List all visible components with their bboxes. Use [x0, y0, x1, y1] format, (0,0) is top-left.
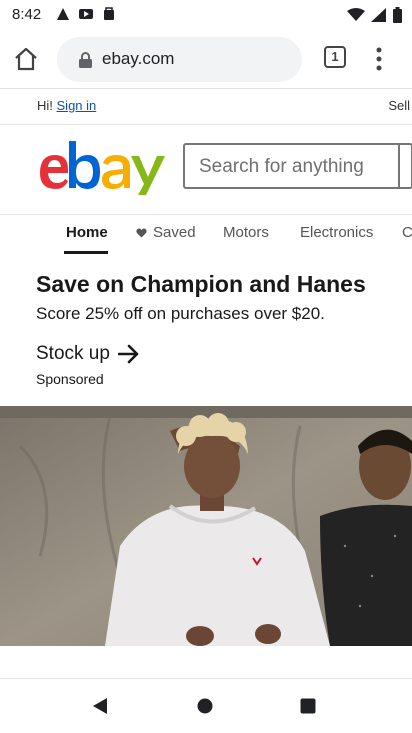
system-icons [347, 7, 402, 23]
alert-icon [57, 8, 69, 20]
notification-icons [56, 7, 116, 21]
tab-saved-label: Saved [153, 224, 196, 241]
promo-photo [0, 406, 412, 646]
status-time: 8:42 [12, 6, 42, 23]
sponsored-label: Sponsored [36, 371, 104, 387]
tab-electronics[interactable]: Electronics [300, 224, 373, 241]
heart-icon [136, 227, 147, 238]
category-nav: Home Saved Motors Electronics C [0, 214, 412, 256]
search-input[interactable]: Search for anything [199, 156, 364, 178]
active-tab-indicator [64, 251, 108, 254]
back-icon[interactable] [92, 697, 108, 715]
more-menu-icon[interactable] [372, 46, 386, 72]
ebay-logo[interactable] [36, 139, 168, 195]
lock-icon [79, 52, 92, 68]
battery-icon [393, 7, 402, 23]
promo-cta-label: Stock up [36, 343, 110, 364]
ebay-header: Search for anything [0, 125, 412, 215]
home-icon[interactable] [12, 45, 40, 73]
search-divider [398, 145, 400, 187]
tab-motors[interactable]: Motors [223, 224, 269, 241]
wifi-icon [347, 8, 365, 21]
search-box[interactable]: Search for anything [183, 143, 412, 189]
browser-toolbar: ebay.com 1 [0, 30, 412, 89]
promo-hero-image[interactable] [0, 406, 412, 646]
sign-in-link[interactable]: Sign in [57, 98, 97, 113]
greeting-text: Hi! [37, 98, 53, 113]
promo-title: Save on Champion and Hanes [36, 271, 366, 297]
signal-icon [371, 8, 386, 22]
tab-saved[interactable]: Saved [136, 224, 196, 241]
media-icon [79, 9, 93, 19]
bag-icon [104, 7, 114, 20]
url-text: ebay.com [102, 49, 175, 68]
promo-banner[interactable]: Save on Champion and Hanes Score 25% off… [0, 255, 412, 407]
tab-more[interactable]: C [402, 224, 412, 241]
sell-link[interactable]: Sell [388, 98, 410, 113]
greeting: Hi! Sign in [37, 98, 96, 113]
system-nav-bar [0, 678, 412, 733]
home-nav-icon[interactable] [197, 698, 213, 714]
address-bar[interactable]: ebay.com [57, 37, 302, 82]
tab-home[interactable]: Home [66, 224, 108, 241]
recents-icon[interactable] [300, 698, 316, 714]
promo-subtitle: Score 25% off on purchases over $20. [36, 304, 325, 323]
tab-switcher-button[interactable]: 1 [324, 46, 346, 68]
promo-cta-link[interactable]: Stock up [36, 343, 140, 365]
arrow-right-icon [117, 344, 139, 364]
page-bottom-space [0, 646, 412, 678]
ebay-top-strip: Hi! Sign in Sell [0, 90, 412, 125]
status-bar: 8:42 [0, 0, 412, 30]
